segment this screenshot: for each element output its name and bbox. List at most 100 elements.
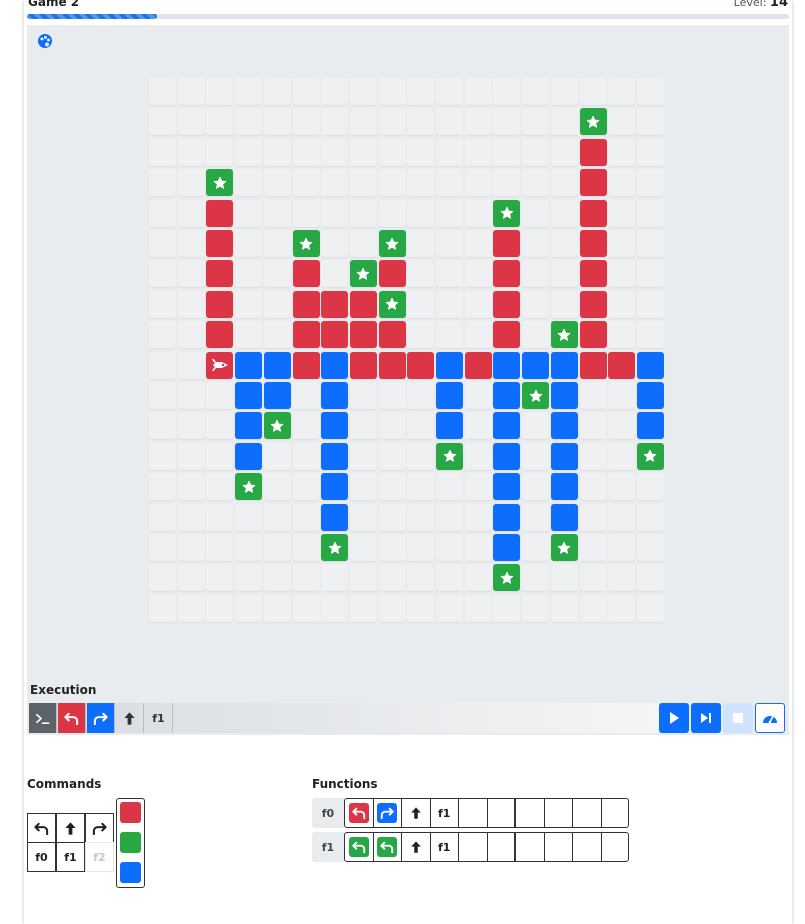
empty-tile <box>407 169 435 197</box>
level-label: Level: <box>733 0 767 9</box>
empty-tile <box>292 534 320 561</box>
function-slot[interactable] <box>516 799 545 827</box>
function-slot[interactable] <box>459 799 488 827</box>
empty-tile <box>206 78 234 105</box>
blue-tile <box>263 382 291 409</box>
function-slot[interactable] <box>374 799 402 827</box>
empty-tile <box>263 199 291 227</box>
empty-tile <box>177 473 205 501</box>
function-slot[interactable] <box>602 833 631 861</box>
empty-tile <box>177 534 205 561</box>
red-tile <box>493 321 521 349</box>
empty-tile <box>522 108 550 136</box>
red-tile <box>579 260 607 288</box>
function-slot[interactable] <box>459 833 488 861</box>
empty-tile <box>177 199 205 227</box>
star-tile <box>378 230 406 257</box>
empty-tile <box>436 321 463 349</box>
blue-tile <box>235 412 263 440</box>
empty-tile <box>235 169 263 197</box>
green-swatch[interactable] <box>120 832 141 853</box>
function-slot[interactable]: f1 <box>431 833 459 861</box>
empty-tile <box>349 108 377 136</box>
palette-icon[interactable] <box>37 33 53 49</box>
function-slot[interactable] <box>516 833 545 861</box>
star-tile <box>378 290 406 318</box>
empty-tile <box>608 290 636 318</box>
empty-tile <box>436 230 463 257</box>
blue-tile <box>493 534 521 561</box>
star-icon <box>385 237 399 250</box>
turn-right-command[interactable] <box>85 813 114 843</box>
function-slot[interactable] <box>488 799 516 827</box>
empty-tile <box>349 78 377 105</box>
play-button[interactable] <box>659 703 689 733</box>
function-command-f2[interactable]: f2 <box>85 842 114 872</box>
function-slot[interactable] <box>602 799 631 827</box>
function-slot[interactable] <box>573 799 602 827</box>
function-slots: f1 <box>344 832 629 862</box>
function-slot[interactable] <box>374 833 402 861</box>
empty-tile <box>579 564 607 592</box>
empty-tile <box>263 138 291 166</box>
empty-tile <box>579 412 607 440</box>
function-slot[interactable] <box>345 833 374 861</box>
empty-tile <box>149 351 176 379</box>
empty-tile <box>177 108 205 136</box>
blue-tile <box>493 473 521 501</box>
execution-slot <box>116 703 144 733</box>
empty-tile <box>177 442 205 470</box>
function-slot[interactable]: f1 <box>431 799 459 827</box>
blue-tile <box>550 351 578 379</box>
forward-arrow-command[interactable] <box>56 813 85 843</box>
empty-tile <box>378 442 406 470</box>
step-button[interactable] <box>691 703 721 733</box>
function-slot[interactable] <box>402 799 431 827</box>
empty-tile <box>206 503 234 531</box>
empty-tile <box>436 260 463 288</box>
function-slot[interactable] <box>345 799 374 827</box>
empty-tile <box>579 382 607 409</box>
function-slot[interactable] <box>545 833 573 861</box>
forward-arrow-icon <box>124 711 135 725</box>
empty-tile <box>550 199 578 227</box>
function-slot[interactable] <box>488 833 516 861</box>
turn-left-icon <box>34 822 49 835</box>
blue-tile <box>550 473 578 501</box>
function-command-f1[interactable]: f1 <box>56 842 85 872</box>
red-tile <box>579 321 607 349</box>
empty-tile <box>149 534 176 561</box>
empty-tile <box>177 230 205 257</box>
stop-button[interactable] <box>723 703 753 733</box>
blue-tile <box>321 442 349 470</box>
red-tile <box>579 230 607 257</box>
empty-tile <box>522 199 550 227</box>
empty-tile <box>436 503 463 531</box>
empty-tile <box>321 169 349 197</box>
function-command-f0[interactable]: f0 <box>27 842 56 872</box>
empty-tile <box>522 412 550 440</box>
empty-tile <box>349 503 377 531</box>
red-swatch[interactable] <box>120 802 141 823</box>
empty-tile <box>464 260 492 288</box>
empty-tile <box>608 108 636 136</box>
function-slot[interactable] <box>573 833 602 861</box>
empty-tile <box>407 473 435 501</box>
function-slot[interactable] <box>545 799 573 827</box>
empty-tile <box>522 503 550 531</box>
star-tile <box>550 321 578 349</box>
blue-swatch[interactable] <box>120 862 141 883</box>
empty-tile <box>321 138 349 166</box>
empty-tile <box>550 138 578 166</box>
execution-slot <box>87 703 115 733</box>
speed-button[interactable] <box>755 703 785 733</box>
empty-tile <box>464 382 492 409</box>
turn-left-command[interactable] <box>27 813 56 843</box>
empty-tile <box>378 412 406 440</box>
empty-tile <box>349 199 377 227</box>
blue-tile <box>636 351 664 379</box>
turn-right-icon <box>93 712 108 725</box>
function-slot[interactable] <box>402 833 431 861</box>
empty-tile <box>550 230 578 257</box>
empty-tile <box>235 534 263 561</box>
